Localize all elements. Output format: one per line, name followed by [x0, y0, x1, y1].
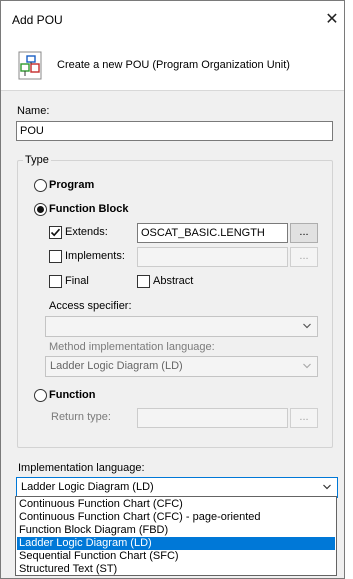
type-group-legend: Type	[23, 154, 51, 166]
background-window-edge	[345, 0, 353, 579]
chevron-down-icon	[303, 323, 311, 329]
chevron-down-icon	[323, 484, 331, 490]
close-button[interactable]: ✕	[319, 7, 345, 33]
access-specifier-label: Access specifier:	[49, 300, 132, 312]
method-impl-language-label: Method implementation language:	[49, 341, 215, 353]
chevron-down-icon	[303, 363, 311, 369]
return-type-label: Return type:	[51, 411, 111, 423]
implementation-language-combo[interactable]: Ladder Logic Diagram (LD)	[16, 477, 338, 498]
extends-checkbox[interactable]	[49, 226, 62, 239]
implementation-language-label: Implementation language:	[18, 462, 145, 474]
implementation-language-value: Ladder Logic Diagram (LD)	[21, 481, 154, 493]
return-type-browse-button[interactable]: ...	[290, 408, 318, 428]
dropdown-option[interactable]: Structured Text (ST)	[17, 563, 335, 576]
program-label[interactable]: Program	[49, 179, 94, 191]
final-checkbox[interactable]	[49, 275, 62, 288]
pou-icon	[18, 51, 44, 81]
checkmark-icon	[50, 228, 61, 237]
access-specifier-combo[interactable]	[45, 316, 318, 337]
final-label[interactable]: Final	[65, 275, 89, 287]
window-title: Add POU	[12, 13, 63, 27]
dropdown-option[interactable]: Sequential Function Chart (SFC)	[17, 550, 335, 563]
implements-input[interactable]	[137, 247, 288, 267]
dropdown-option[interactable]: Continuous Function Chart (CFC)	[17, 498, 335, 511]
implements-browse-button[interactable]: ...	[290, 247, 318, 267]
name-label: Name:	[17, 105, 50, 117]
abstract-checkbox[interactable]	[137, 275, 150, 288]
program-radio[interactable]	[34, 179, 47, 192]
return-type-input[interactable]	[137, 408, 288, 428]
dialog-header: Create a new POU (Program Organization U…	[1, 39, 344, 91]
implementation-language-dropdown: Continuous Function Chart (CFC) Continuo…	[15, 496, 337, 576]
extends-input[interactable]: OSCAT_BASIC.LENGTH	[137, 223, 288, 243]
close-icon: ✕	[325, 11, 339, 28]
title-bar: Add POU ✕	[1, 1, 344, 39]
dropdown-option[interactable]: Function Block Diagram (FBD)	[17, 524, 335, 537]
implements-label[interactable]: Implements:	[65, 250, 125, 262]
method-impl-language-combo[interactable]: Ladder Logic Diagram (LD)	[45, 356, 318, 377]
extends-label[interactable]: Extends:	[65, 226, 108, 238]
function-label[interactable]: Function	[49, 389, 95, 401]
header-description: Create a new POU (Program Organization U…	[57, 59, 290, 71]
add-pou-dialog: Add POU ✕ Create a new POU (Program Orga…	[0, 0, 345, 579]
function-block-label[interactable]: Function Block	[49, 203, 128, 215]
method-impl-language-value: Ladder Logic Diagram (LD)	[50, 360, 183, 372]
implements-checkbox[interactable]	[49, 250, 62, 263]
extends-browse-button[interactable]: ...	[290, 223, 318, 243]
dropdown-option-selected[interactable]: Ladder Logic Diagram (LD)	[17, 537, 335, 550]
name-input[interactable]: POU	[16, 121, 333, 141]
function-block-radio[interactable]	[34, 203, 47, 216]
dropdown-option[interactable]: Continuous Function Chart (CFC) - page-o…	[17, 511, 335, 524]
abstract-label[interactable]: Abstract	[153, 275, 193, 287]
function-radio[interactable]	[34, 389, 47, 402]
